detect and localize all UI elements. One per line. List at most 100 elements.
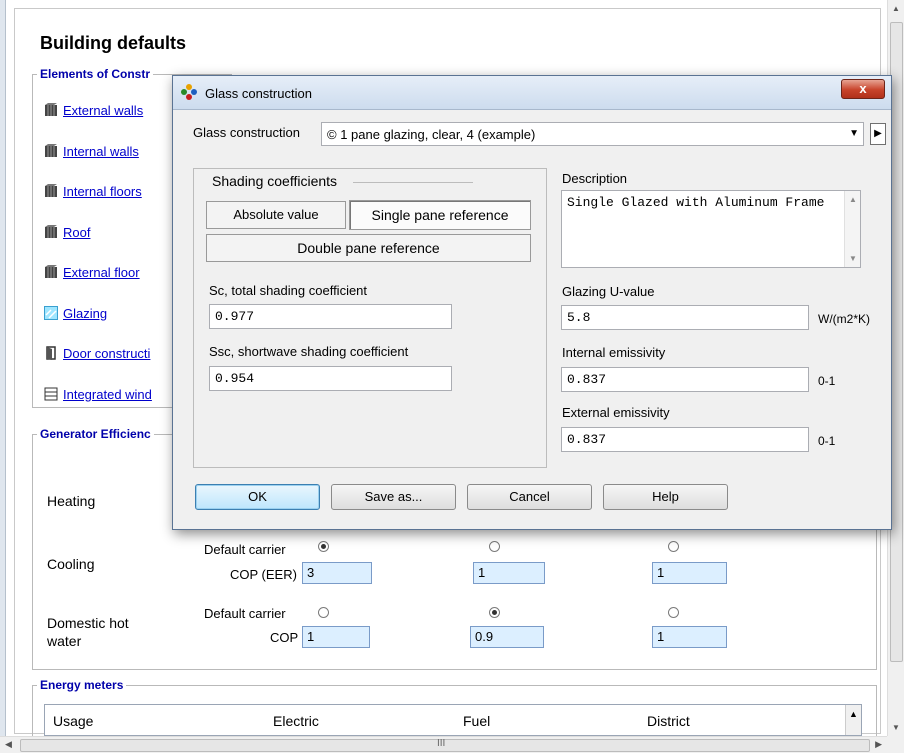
glass-construction-dialog: Glass construction x Glass construction … [172,75,892,530]
ssc-label: Ssc, shortwave shading coefficient [209,344,409,359]
element-item[interactable]: External floor [44,265,140,282]
shading-group-title: Shading coefficients [209,173,341,189]
dhw-carrier-label: Default carrier [204,606,286,621]
help-button[interactable]: Help [603,484,728,510]
element-item[interactable]: Door constructi [44,346,150,363]
chevron-up-icon[interactable]: ▲ [849,195,857,204]
shading-group-line [353,182,473,183]
element-item[interactable]: Roof [44,225,90,242]
element-item[interactable]: Integrated wind [44,387,152,404]
internal-emissivity-label: Internal emissivity [562,345,666,360]
scroll-up-arrow[interactable]: ▲ [892,4,900,13]
internal-emissivity-input[interactable]: 0.837 [561,367,809,392]
element-item[interactable]: Glazing [44,306,107,323]
app-icon [181,84,197,103]
door-icon [44,346,58,363]
scroll-right-arrow[interactable]: ▶ [875,739,882,750]
uvalue-unit: W/(m2*K) [818,312,870,326]
element-link[interactable]: Roof [63,225,90,240]
ok-button[interactable]: OK [195,484,320,510]
dhw-cop-field-1[interactable]: 1 [302,626,370,648]
wall-icon [44,265,58,282]
element-link[interactable]: Integrated wind [63,387,152,402]
element-item[interactable]: Internal walls [44,144,139,161]
page-title: Building defaults [40,33,186,53]
cooling-cop-field-1[interactable]: 3 [302,562,372,584]
element-link[interactable]: Door constructi [63,346,150,361]
construction-label: Glass construction [193,125,300,140]
dialog-title: Glass construction [205,86,312,101]
energy-col-electric[interactable]: Electric [273,713,319,729]
element-link[interactable]: External floor [63,265,140,280]
description-scrollbar[interactable]: ▲ ▼ [844,191,860,267]
energy-col-fuel[interactable]: Fuel [463,713,490,729]
uvalue-input[interactable]: 5.8 [561,305,809,330]
internal-emissivity-unit: 0-1 [818,374,836,388]
sc-label: Sc, total shading coefficient [209,283,368,298]
dhw-carrier-radio-1[interactable] [318,607,329,618]
description-label: Description [562,171,628,186]
scroll-left-arrow[interactable]: ◀ [5,739,12,750]
description-textarea[interactable]: Single Glazed with Aluminum Frame ▲ ▼ [561,190,861,268]
single-pane-reference-button[interactable]: Single pane reference [349,200,531,230]
cooling-cop-field-3[interactable]: 1 [652,562,727,584]
wall-icon [44,103,58,120]
scroll-down-arrow[interactable]: ▼ [892,723,900,732]
window-left-edge [0,0,6,736]
construction-select-value: © 1 pane glazing, clear, 4 (example) [327,127,536,142]
horizontal-scrollbar[interactable]: ◀ III ▶ [0,736,887,753]
element-item[interactable]: External walls [44,103,143,120]
energy-table-scroll-up[interactable]: ▲ [845,705,861,735]
dialog-titlebar[interactable]: Glass construction x [173,76,891,110]
construction-select[interactable]: © 1 pane glazing, clear, 4 (example) ▼ [321,122,864,146]
element-link[interactable]: Internal floors [63,184,142,199]
cooling-carrier-radio-1[interactable] [318,541,329,552]
wall-icon [44,224,58,242]
absolute-value-button[interactable]: Absolute value [206,201,346,229]
external-emissivity-label: External emissivity [562,405,670,420]
glazing-icon [44,305,58,323]
dhw-carrier-radio-2[interactable] [489,607,500,618]
save-as-button[interactable]: Save as... [331,484,456,510]
cooling-carrier-label: Default carrier [204,542,286,557]
cancel-button[interactable]: Cancel [467,484,592,510]
sc-input[interactable]: 0.977 [209,304,452,329]
wall-icon [44,143,58,161]
cooling-cop-label: COP (EER) [230,567,297,582]
construction-expand-button[interactable]: ▶ [870,123,886,145]
element-link[interactable]: External walls [63,103,143,118]
external-emissivity-unit: 0-1 [818,434,836,448]
close-button[interactable]: x [841,79,885,99]
uvalue-label: Glazing U-value [562,284,655,299]
dhw-cop-field-3[interactable]: 1 [652,626,727,648]
dhw-carrier-radio-3[interactable] [668,607,679,618]
dhw-cop-label: COP [270,630,299,645]
wall-icon [44,184,58,201]
cooling-carrier-radio-3[interactable] [668,541,679,552]
energy-table: Usage Electric Fuel District ▲ [44,704,862,736]
double-pane-reference-button[interactable]: Double pane reference [206,234,531,262]
chevron-down-icon[interactable]: ▼ [849,128,859,139]
cooling-carrier-radio-2[interactable] [489,541,500,552]
dhw-label: Domestic hot water [47,615,129,649]
external-emissivity-input[interactable]: 0.837 [561,427,809,452]
elements-group-title: Elements of Constr [37,67,154,81]
element-item[interactable]: Internal floors [44,184,142,201]
energy-group-title: Energy meters [37,678,127,692]
scroll-grip: III [437,738,446,749]
element-link[interactable]: Internal walls [63,144,139,159]
cooling-label: Cooling [47,556,95,572]
energy-col-usage[interactable]: Usage [53,713,93,729]
window-icon [44,387,58,404]
heating-label: Heating [47,493,96,509]
horizontal-scroll-thumb[interactable]: III [20,738,870,752]
element-link[interactable]: Glazing [63,306,107,321]
cooling-cop-field-2[interactable]: 1 [473,562,545,584]
chevron-down-icon[interactable]: ▼ [849,254,857,263]
energy-col-district[interactable]: District [647,713,690,729]
ssc-input[interactable]: 0.954 [209,366,452,391]
scroll-corner [887,736,904,753]
generator-group-title: Generator Efficienc [37,427,154,441]
description-text: Single Glazed with Aluminum Frame [567,195,825,210]
dhw-cop-field-2[interactable]: 0.9 [470,626,544,648]
